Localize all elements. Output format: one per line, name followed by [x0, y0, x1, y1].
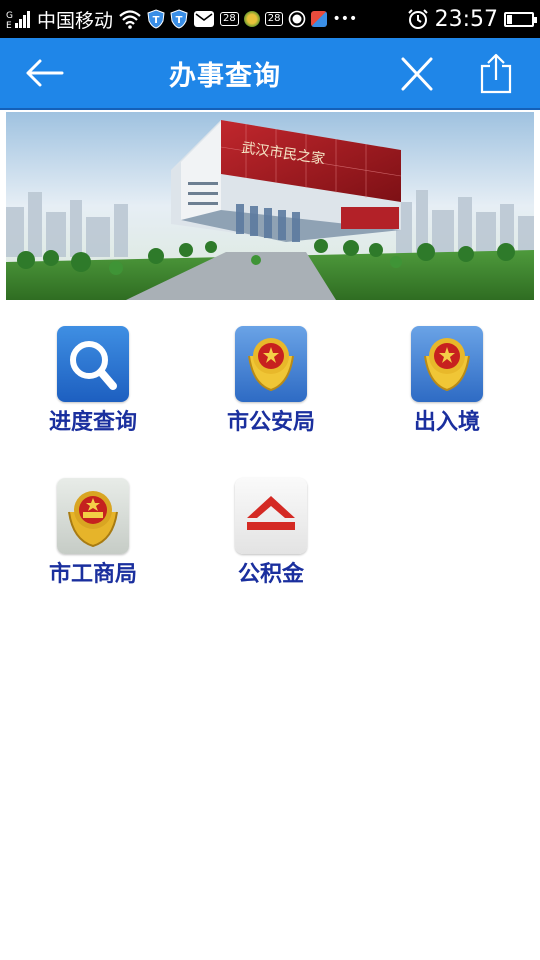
shield-icon: T: [147, 9, 165, 29]
more-notifications: •••: [332, 11, 358, 27]
svg-text:E: E: [6, 21, 12, 29]
service-label: 市工商局: [48, 562, 137, 587]
service-label: 市公安局: [226, 410, 315, 435]
magnifier-icon: [57, 326, 129, 402]
wifi-icon: [119, 10, 141, 29]
alarm-icon: [407, 9, 428, 29]
service-tile-housing-fund[interactable]: 公积金: [196, 478, 346, 598]
national-emblem-icon: [57, 478, 129, 554]
banner-image: 武汉市民之家: [6, 112, 534, 300]
notification-badge: 28: [264, 12, 284, 26]
service-tile-progress-query[interactable]: 进度查询: [18, 326, 168, 446]
shield-icon: T: [170, 9, 188, 29]
close-button[interactable]: [397, 55, 437, 93]
mail-icon: [194, 11, 215, 27]
close-icon: [401, 57, 433, 91]
service-tile-public-security[interactable]: 市公安局: [196, 326, 346, 446]
signal-icon: G E: [6, 11, 30, 29]
svg-text:T: T: [176, 15, 183, 26]
share-icon: [480, 53, 512, 94]
location-icon: [289, 10, 306, 28]
app-notification-icon: [311, 11, 328, 27]
carrier-name: 中国移动: [37, 9, 114, 32]
clock-time: 23:57: [434, 6, 498, 32]
police-emblem-icon: [411, 326, 483, 402]
service-tile-industry-commerce[interactable]: 市工商局: [18, 478, 168, 598]
page-title: 办事查询: [169, 60, 281, 92]
police-emblem-icon: [235, 326, 307, 402]
notification-badge: 28: [220, 12, 239, 26]
app-notification-icon: [243, 11, 260, 27]
arrow-left-icon: [26, 59, 64, 87]
share-button[interactable]: [478, 52, 514, 94]
service-label: 公积金: [237, 562, 304, 587]
svg-text:T: T: [153, 15, 160, 26]
housing-fund-icon: [235, 478, 307, 554]
svg-text:G: G: [6, 11, 13, 21]
status-bar: G E 中国移动 T T 28 28 ••• 23:57: [0, 0, 540, 38]
civic-center-illustration: 武汉市民之家: [6, 112, 534, 300]
service-label: 进度查询: [48, 410, 137, 435]
navigation-bar: 办事查询: [0, 38, 540, 108]
service-label: 出入境: [413, 410, 480, 435]
service-tile-exit-entry[interactable]: 出入境: [372, 326, 522, 446]
back-button[interactable]: [24, 54, 64, 92]
battery-icon: [504, 11, 537, 27]
